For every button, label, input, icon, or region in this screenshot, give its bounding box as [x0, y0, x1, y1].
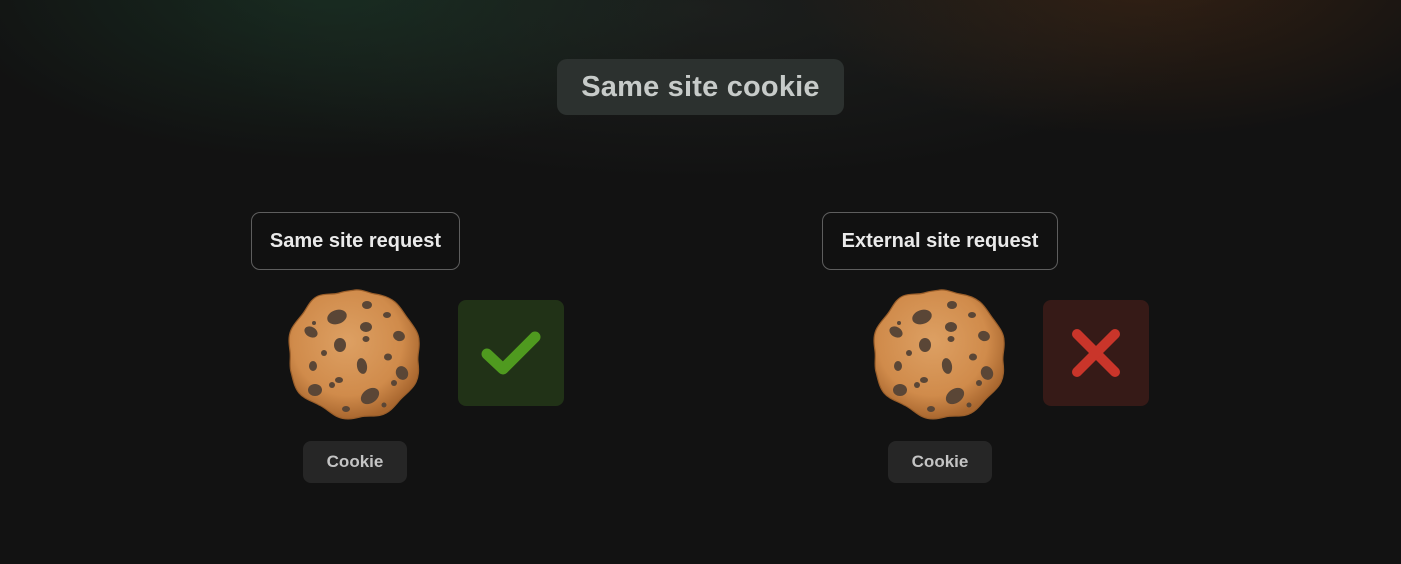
cookie-icon — [288, 289, 420, 420]
external-site-status-box — [1043, 300, 1149, 406]
cookie-label: Cookie — [303, 441, 407, 483]
cross-icon — [1072, 329, 1120, 377]
cookie-icon — [873, 289, 1005, 420]
page-title: Same site cookie — [557, 59, 844, 115]
same-site-status-box — [458, 300, 564, 406]
same-site-request-label: Same site request — [251, 212, 460, 270]
checkmark-icon — [481, 331, 541, 375]
cookie-label: Cookie — [888, 441, 992, 483]
external-site-request-label: External site request — [822, 212, 1058, 270]
